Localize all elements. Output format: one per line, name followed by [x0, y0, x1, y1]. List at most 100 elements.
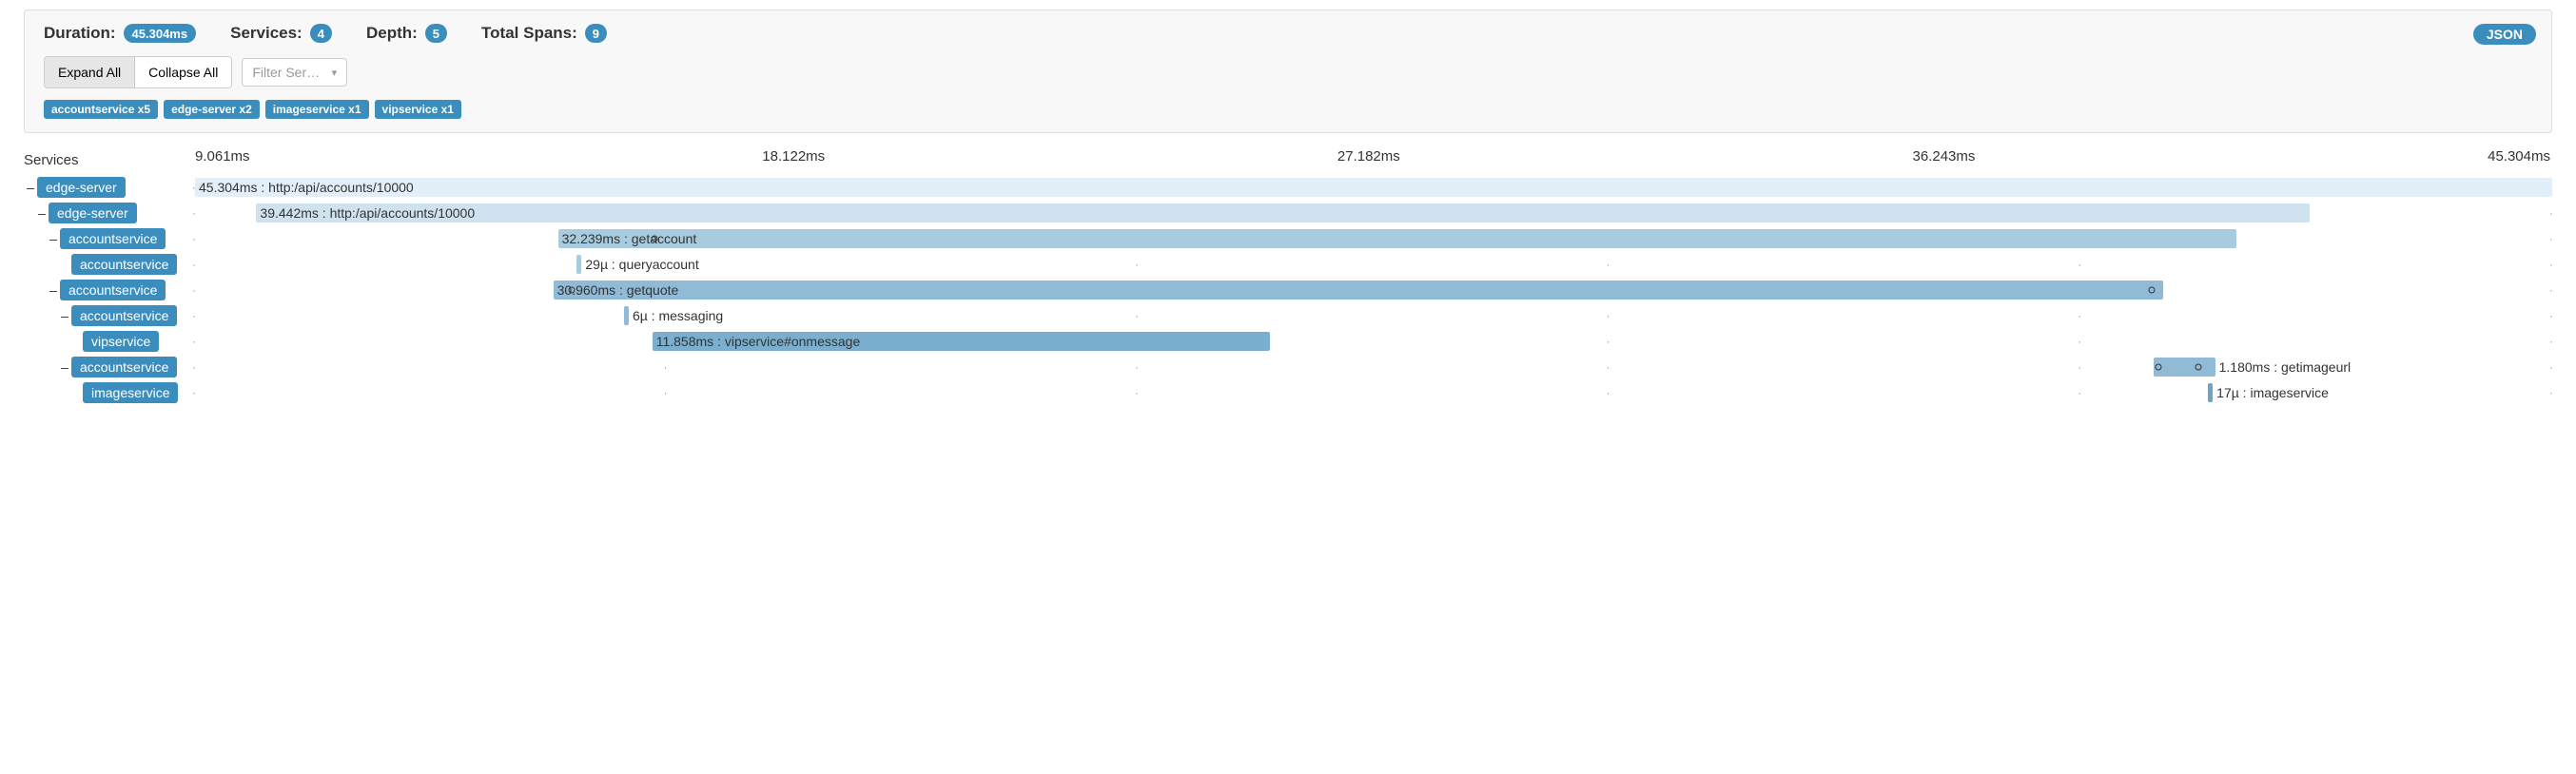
toggle-icon[interactable]: – [47, 231, 60, 246]
grid-tick: · [192, 286, 196, 297]
service-tag[interactable]: edge-server x2 [164, 100, 260, 119]
axis-tick-label: 36.243ms [1402, 148, 1978, 171]
service-tag[interactable]: vipservice x1 [375, 100, 461, 119]
trace-area: Services –edge-server–edge-server–accoun… [24, 148, 2552, 406]
depth-badge: 5 [425, 24, 447, 43]
service-label[interactable]: imageservice [83, 382, 178, 403]
summary-panel: JSON Duration: 45.304ms Services: 4 Dept… [24, 10, 2552, 133]
stats-row: Duration: 45.304ms Services: 4 Depth: 5 … [44, 24, 2532, 43]
timeline-row: ······45.304ms : http:/api/accounts/1000… [195, 175, 2552, 200]
span-bar[interactable]: 29µ : queryaccount [576, 255, 581, 274]
span-marker-icon [569, 287, 576, 294]
service-row: –accountservice [24, 303, 187, 328]
span-marker-icon [652, 236, 658, 242]
service-row: –accountservice [24, 278, 187, 302]
total-spans-label: Total Spans: [481, 24, 577, 43]
toggle-icon[interactable]: – [58, 359, 71, 375]
service-row: –edge-server [24, 175, 187, 200]
axis-tick-label: 45.304ms [1977, 148, 2552, 171]
grid-tick: · [1607, 389, 1610, 399]
grid-tick: · [2549, 261, 2553, 271]
toggle-icon[interactable]: – [35, 205, 49, 221]
grid-tick: · [2549, 235, 2553, 245]
service-row: –accountservice [24, 226, 187, 251]
toggle-icon[interactable]: – [47, 282, 60, 298]
span-marker-icon [2195, 364, 2202, 371]
service-label[interactable]: edge-server [37, 177, 126, 198]
grid-tick: · [2549, 389, 2553, 399]
timeline-row: ······30.960ms : getquote [195, 278, 2552, 302]
span-bar[interactable]: 17µ : imageservice [2208, 383, 2213, 402]
services-badge: 4 [310, 24, 332, 43]
span-bar[interactable]: 32.239ms : getaccount [558, 229, 2236, 248]
grid-tick: · [192, 261, 196, 271]
span-bar[interactable]: 39.442ms : http:/api/accounts/10000 [256, 203, 2309, 223]
timeline-row: ······17µ : imageservice [195, 380, 2552, 405]
filter-service-select[interactable]: Filter Ser… [242, 58, 347, 87]
grid-tick: · [1607, 363, 1610, 374]
timeline-row: ······11.858ms : vipservice#onmessage [195, 329, 2552, 354]
service-label[interactable]: accountservice [60, 228, 166, 249]
grid-tick: · [1607, 338, 1610, 348]
filter-placeholder: Filter Ser… [252, 65, 320, 80]
span-marker-icon [2148, 287, 2155, 294]
total-spans-stat: Total Spans: 9 [481, 24, 607, 43]
service-row: imageservice [24, 380, 187, 405]
grid-tick: · [192, 209, 196, 220]
services-column: Services –edge-server–edge-server–accoun… [24, 148, 195, 406]
timeline-column: 9.061ms18.122ms27.182ms36.243ms45.304ms … [195, 148, 2552, 406]
axis-tick-label: 9.061ms [195, 148, 252, 171]
grid-tick: · [2078, 363, 2081, 374]
grid-tick: · [192, 338, 196, 348]
total-spans-badge: 9 [585, 24, 607, 43]
service-tag[interactable]: accountservice x5 [44, 100, 158, 119]
grid-tick: · [192, 312, 196, 322]
json-button[interactable]: JSON [2473, 24, 2536, 45]
grid-tick: · [2549, 363, 2553, 374]
duration-stat: Duration: 45.304ms [44, 24, 196, 43]
collapse-all-button[interactable]: Collapse All [135, 57, 231, 87]
depth-label: Depth: [366, 24, 418, 43]
services-header: Services [24, 148, 187, 171]
service-label[interactable]: accountservice [71, 357, 177, 377]
grid-tick: · [2549, 286, 2553, 297]
timeline-row: ······6µ : messaging [195, 303, 2552, 328]
span-label: 6µ : messaging [629, 306, 723, 325]
timeline-row: ······1.180ms : getimageurl [195, 355, 2552, 379]
service-label[interactable]: accountservice [71, 254, 177, 275]
grid-tick: · [2549, 209, 2553, 220]
duration-label: Duration: [44, 24, 116, 43]
service-tag[interactable]: imageservice x1 [265, 100, 369, 119]
service-label[interactable]: accountservice [71, 305, 177, 326]
span-label: 1.180ms : getimageurl [2215, 358, 2352, 377]
span-bar[interactable]: 1.180ms : getimageurl [2154, 358, 2215, 377]
grid-tick: · [1607, 261, 1610, 271]
span-bar[interactable]: 30.960ms : getquote [554, 281, 2163, 300]
grid-tick: · [192, 363, 196, 374]
controls-row: Expand All Collapse All Filter Ser… [44, 56, 2532, 88]
grid-tick: · [2549, 338, 2553, 348]
grid-tick: · [2078, 312, 2081, 322]
service-tags: accountservice x5 edge-server x2 imageserv… [44, 100, 2532, 119]
grid-tick: · [2078, 338, 2081, 348]
duration-badge: 45.304ms [124, 24, 197, 43]
span-bar[interactable]: 6µ : messaging [624, 306, 629, 325]
toggle-icon[interactable]: – [24, 180, 37, 195]
services-label: Services: [230, 24, 302, 43]
service-label[interactable]: accountservice [60, 280, 166, 300]
span-bar[interactable]: 45.304ms : http:/api/accounts/10000 [195, 178, 2552, 197]
axis-row: 9.061ms18.122ms27.182ms36.243ms45.304ms [195, 148, 2552, 171]
service-label[interactable]: vipservice [83, 331, 159, 352]
grid-tick: · [1135, 312, 1139, 322]
services-stat: Services: 4 [230, 24, 332, 43]
toggle-icon[interactable]: – [58, 308, 71, 323]
span-label: 29µ : queryaccount [581, 255, 698, 274]
service-row: –edge-server [24, 201, 187, 225]
service-label[interactable]: edge-server [49, 203, 137, 223]
expand-all-button[interactable]: Expand All [45, 57, 135, 87]
span-label: 17µ : imageservice [2213, 383, 2329, 402]
grid-tick: · [2549, 312, 2553, 322]
span-bar[interactable]: 11.858ms : vipservice#onmessage [653, 332, 1270, 351]
grid-tick: · [664, 363, 668, 374]
grid-tick: · [192, 389, 196, 399]
